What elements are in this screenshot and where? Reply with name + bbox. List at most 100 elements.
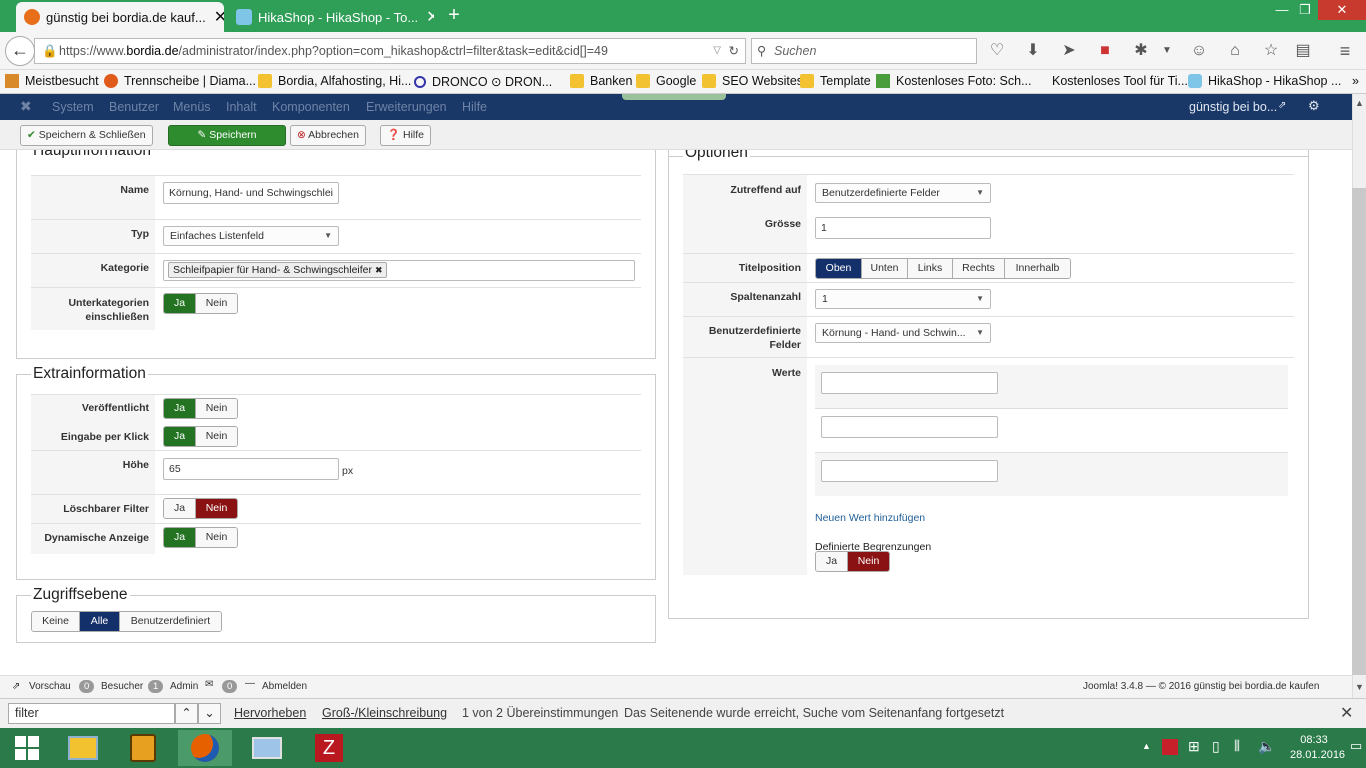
option-unten[interactable]: Unten: [861, 259, 907, 278]
scrollbar-thumb[interactable]: [1352, 188, 1366, 675]
notifications-icon[interactable]: ▭: [1350, 738, 1362, 754]
taskbar-notes[interactable]: [116, 730, 170, 766]
send-icon[interactable]: ➤: [1058, 40, 1080, 62]
remove-chip-icon[interactable]: ✖: [375, 265, 383, 275]
loeschbarer-filter-toggle[interactable]: Ja Nein: [163, 498, 238, 519]
bookmark-template[interactable]: Template: [800, 74, 871, 88]
hoehe-field[interactable]: 65: [163, 458, 339, 480]
taskbar-network[interactable]: [240, 730, 294, 766]
help-button[interactable]: ❓ Hilfe: [380, 125, 432, 146]
zugriffsebene-toggle[interactable]: Keine Alle Benutzerdefiniert: [31, 611, 222, 632]
toggle-ja[interactable]: Ja: [164, 399, 195, 418]
definierte-begrenzungen-toggle[interactable]: Ja Nein: [815, 551, 890, 572]
dynamische-anzeige-toggle[interactable]: Ja Nein: [163, 527, 238, 548]
volume-icon[interactable]: 🔈: [1258, 738, 1275, 755]
bookmark-star-icon[interactable]: ☆: [1260, 40, 1282, 62]
bookmark-google[interactable]: Google: [636, 74, 696, 88]
pocket-icon[interactable]: ♡: [986, 40, 1008, 62]
toggle-ja[interactable]: Ja: [164, 294, 195, 313]
find-input[interactable]: filter: [8, 703, 175, 724]
more-bookmarks-icon[interactable]: »: [1352, 74, 1359, 88]
addon-icon[interactable]: ■: [1094, 40, 1116, 62]
find-next-icon[interactable]: ⌄: [198, 703, 221, 724]
url-bar[interactable]: 🔒 https://www.bordia.de/administrator/in…: [34, 38, 746, 64]
toggle-nein[interactable]: Nein: [195, 294, 237, 313]
bookmark-seo[interactable]: SEO Websites: [702, 74, 803, 88]
werte-field-2[interactable]: [821, 416, 998, 438]
restore-icon[interactable]: ❐: [1293, 0, 1317, 20]
chat-icon[interactable]: ☺: [1188, 40, 1210, 62]
eingabe-per-klick-toggle[interactable]: Ja Nein: [163, 426, 238, 447]
vorschau-link[interactable]: Vorschau: [29, 681, 71, 692]
veroeffentlicht-toggle[interactable]: Ja Nein: [163, 398, 238, 419]
hamburger-menu-icon[interactable]: ≡: [1334, 40, 1356, 62]
werte-field-3[interactable]: [821, 460, 998, 482]
battery-icon[interactable]: ▯: [1212, 738, 1220, 755]
joomla-logo-icon[interactable]: ✖: [20, 98, 32, 115]
tray-app-icon[interactable]: [1162, 739, 1178, 755]
werte-field-1[interactable]: [821, 372, 998, 394]
back-button[interactable]: ←: [5, 36, 35, 66]
case-toggle[interactable]: Groß-/Kleinschreibung: [322, 706, 447, 720]
find-previous-icon[interactable]: ⌃: [175, 703, 198, 724]
toggle-nein[interactable]: Nein: [847, 552, 889, 571]
bookmark-tool[interactable]: Kostenloses Tool für Ti...: [1052, 74, 1188, 88]
spaltenanzahl-select[interactable]: 1 ▼: [815, 289, 991, 309]
toggle-ja[interactable]: Ja: [816, 552, 847, 571]
taskbar-explorer[interactable]: [56, 730, 110, 766]
bookmark-dronco[interactable]: DRONCO ⊙ DRON...: [414, 74, 552, 89]
toggle-ja[interactable]: Ja: [164, 528, 195, 547]
gear-icon[interactable]: ⚙: [1308, 98, 1320, 114]
close-tab-icon[interactable]: ✕: [206, 7, 224, 27]
tray-expand-icon[interactable]: ▲: [1142, 741, 1151, 751]
toggle-nein[interactable]: Nein: [195, 399, 237, 418]
taskbar-filezilla[interactable]: Z: [302, 730, 356, 766]
bookmark-hikashop[interactable]: HikaShop - HikaShop ...: [1188, 74, 1341, 88]
cancel-button[interactable]: ⊗ Abbrechen: [290, 125, 366, 146]
menu-system[interactable]: System: [52, 100, 94, 114]
download-icon[interactable]: ⬇: [1022, 40, 1044, 62]
option-links[interactable]: Links: [907, 259, 952, 278]
close-window-icon[interactable]: ✕: [1318, 0, 1366, 20]
home-icon[interactable]: ⌂: [1224, 40, 1246, 62]
close-find-icon[interactable]: ✕: [1340, 703, 1353, 723]
taskbar-firefox[interactable]: [178, 730, 232, 766]
search-input[interactable]: ⚲ Suchen: [751, 38, 977, 64]
toggle-ja[interactable]: Ja: [164, 427, 195, 446]
start-button[interactable]: [0, 730, 54, 766]
zutreffend-auf-select[interactable]: Benutzerdefinierte Felder ▼: [815, 183, 991, 203]
wifi-icon[interactable]: ⫼: [1234, 738, 1240, 754]
toggle-ja[interactable]: Ja: [164, 499, 195, 518]
save-button[interactable]: ✎ Speichern: [168, 125, 286, 146]
dropdown-arrow-icon[interactable]: ▽: [713, 39, 721, 63]
menu-benutzer[interactable]: Benutzer: [109, 100, 159, 114]
bookmark-trennscheibe[interactable]: Trennscheibe | Diama...: [104, 74, 256, 88]
option-keine[interactable]: Keine: [32, 612, 79, 631]
scroll-up-icon[interactable]: ▲: [1355, 98, 1364, 108]
site-link[interactable]: günstig bei bo...: [1189, 100, 1277, 114]
neuen-wert-link[interactable]: Neuen Wert hinzufügen: [815, 512, 925, 524]
reading-list-icon[interactable]: ▤: [1292, 40, 1314, 62]
toggle-nein[interactable]: Nein: [195, 427, 237, 446]
toggle-nein[interactable]: Nein: [195, 499, 237, 518]
clock[interactable]: 08:33 28.01.2016: [1290, 733, 1345, 763]
tray-windows-icon[interactable]: ⊞: [1188, 738, 1200, 755]
chevron-down-icon[interactable]: ▼: [1156, 40, 1178, 62]
minimize-icon[interactable]: —: [1270, 0, 1294, 20]
toggle-nein[interactable]: Nein: [195, 528, 237, 547]
close-tab-icon[interactable]: ✕: [418, 7, 434, 27]
highlight-toggle[interactable]: Hervorheben: [234, 706, 306, 720]
option-rechts[interactable]: Rechts: [952, 259, 1004, 278]
scroll-down-icon[interactable]: ▼: [1355, 682, 1364, 692]
bookmark-meistbesucht[interactable]: Meistbesucht: [5, 74, 99, 88]
titelposition-toggle[interactable]: Oben Unten Links Rechts Innerhalb: [815, 258, 1071, 279]
new-tab-icon[interactable]: +: [444, 4, 464, 27]
reload-icon[interactable]: ↻: [729, 39, 739, 63]
benutzerdefinierte-felder-select[interactable]: Körnung - Hand- und Schwin... ▼: [815, 323, 991, 343]
bookmark-bordia[interactable]: Bordia, Alfahosting, Hi...: [258, 74, 411, 88]
bookmark-foto[interactable]: Kostenloses Foto: Sch...: [876, 74, 1032, 88]
option-alle[interactable]: Alle: [79, 612, 119, 631]
bookmark-banken[interactable]: Banken: [570, 74, 632, 88]
menu-erweiterungen[interactable]: Erweiterungen: [366, 100, 447, 114]
tab-bordia[interactable]: günstig bei bordia.de kauf... ✕: [16, 2, 224, 32]
